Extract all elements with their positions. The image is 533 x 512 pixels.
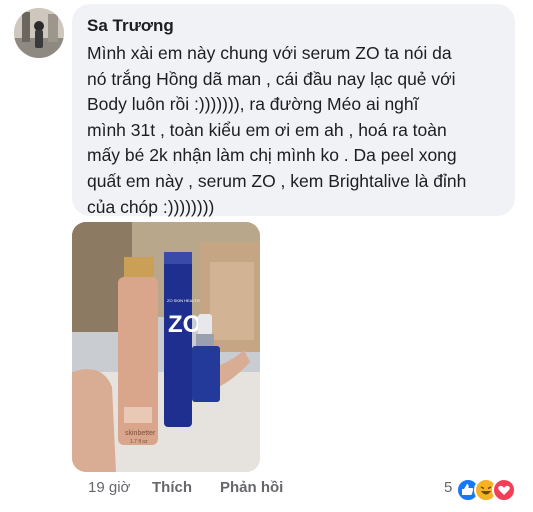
comment-line: mấy bé 2k nhận làm chị mình ko . Da peel… bbox=[87, 145, 457, 166]
comment-text: Mình xài em này chung với serum ZO ta nó… bbox=[87, 41, 503, 220]
comment-time[interactable]: 19 giờ bbox=[88, 478, 130, 498]
comment-bubble: Sa Trương Mình xài em này chung với seru… bbox=[72, 4, 515, 217]
avatar[interactable] bbox=[14, 8, 64, 58]
comment-author[interactable]: Sa Trương bbox=[87, 15, 503, 37]
comment-line: quất em này , serum ZO , kem Brightalive… bbox=[87, 170, 467, 191]
attached-photo[interactable]: skinbetter 1.7 fl oz ZO ZO SKIN HEALTH bbox=[72, 222, 260, 472]
product-photo-image: skinbetter 1.7 fl oz ZO ZO SKIN HEALTH bbox=[72, 222, 260, 472]
comment-line: nó trắng Hồng dã man , cái đầu nay lạc q… bbox=[87, 68, 456, 89]
bottle-left-brand: skinbetter bbox=[125, 430, 156, 437]
comment-line: Mình xài em này chung với serum ZO ta nó… bbox=[87, 43, 452, 63]
avatar-image bbox=[14, 8, 64, 58]
reaction-count: 5 bbox=[444, 479, 453, 496]
comment-line: của chóp :)))))))) bbox=[87, 196, 215, 217]
comment-line: Body luôn rồi :))))))), ra đường Méo ai … bbox=[87, 94, 419, 115]
bottle-mid-label: ZO SKIN HEALTH bbox=[167, 298, 200, 303]
love-icon bbox=[492, 478, 516, 502]
reply-button[interactable]: Phản hồi bbox=[220, 478, 283, 498]
comment-line: mình 31t , toàn kiểu em ơi em ah , hoá r… bbox=[87, 119, 447, 140]
bottle-mid-logo: ZO bbox=[168, 311, 201, 338]
like-button[interactable]: Thích bbox=[152, 478, 192, 498]
comment-actions: 19 giờ Thích Phản hồi 5 bbox=[72, 478, 532, 502]
bottle-left-size: 1.7 fl oz bbox=[130, 439, 148, 445]
